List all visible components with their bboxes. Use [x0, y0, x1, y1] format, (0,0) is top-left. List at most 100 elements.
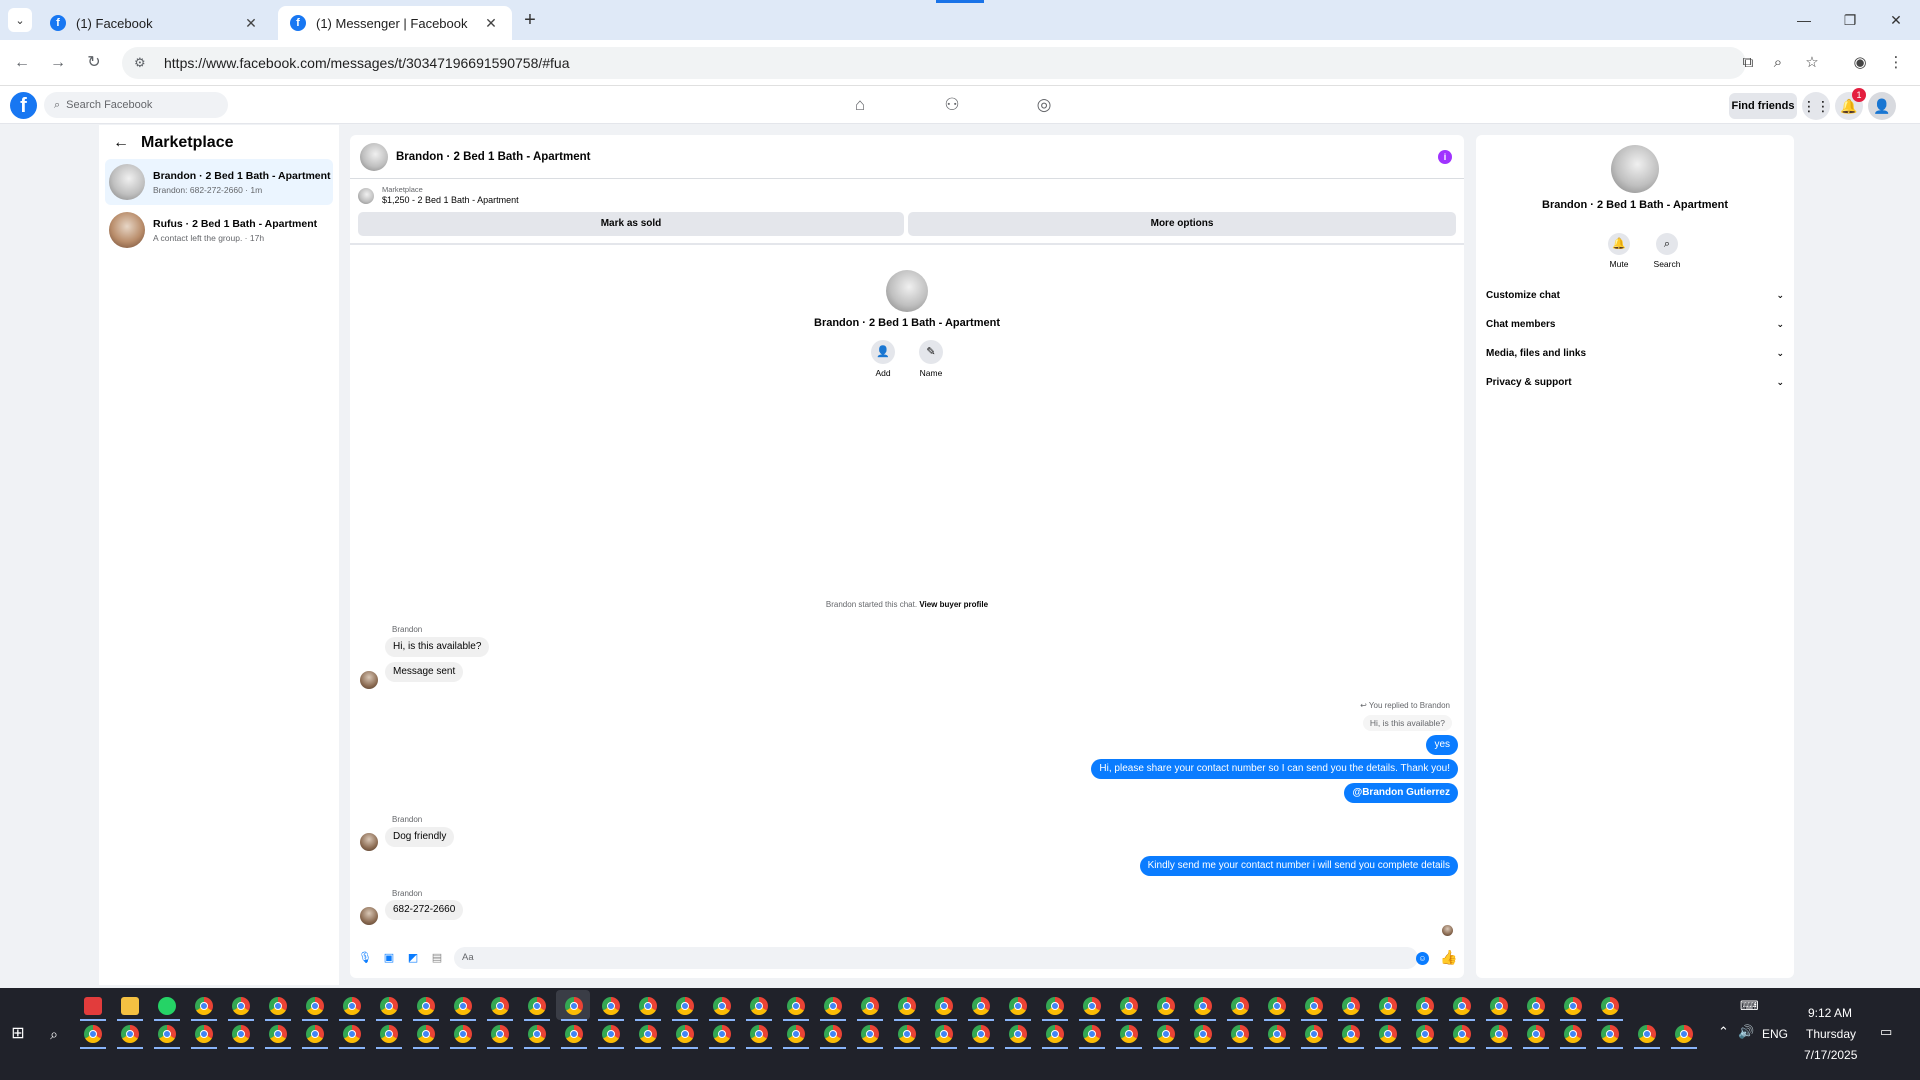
- clock-date[interactable]: 7/17/2025: [1804, 1048, 1857, 1062]
- chrome-app-icon[interactable]: [84, 1025, 102, 1043]
- whatsapp-icon[interactable]: [158, 997, 176, 1015]
- chrome-app-icon[interactable]: [454, 997, 472, 1015]
- chrome-app-icon[interactable]: [1157, 1025, 1175, 1043]
- chrome-app-icon[interactable]: [306, 997, 324, 1015]
- chrome-app-icon[interactable]: [1231, 1025, 1249, 1043]
- info-icon[interactable]: i: [1438, 150, 1452, 164]
- chrome-app-icon[interactable]: [676, 1025, 694, 1043]
- chrome-app-icon[interactable]: [343, 1025, 361, 1043]
- chrome-app-icon[interactable]: [306, 1025, 324, 1043]
- back-icon[interactable]: ←: [10, 51, 34, 75]
- section-media-files-links[interactable]: Media, files and links ⌄: [1486, 343, 1784, 363]
- chrome-app-icon[interactable]: [491, 997, 509, 1015]
- chrome-app-icon[interactable]: [824, 1025, 842, 1043]
- chrome-app-icon[interactable]: [787, 997, 805, 1015]
- chrome-app-icon[interactable]: [269, 997, 287, 1015]
- message-incoming[interactable]: Dog friendly: [385, 827, 455, 847]
- chrome-app-icon[interactable]: [565, 997, 583, 1015]
- section-customize-chat[interactable]: Customize chat ⌄: [1486, 285, 1784, 305]
- chrome-app-icon[interactable]: [1564, 1025, 1582, 1043]
- chrome-app-icon[interactable]: [454, 1025, 472, 1043]
- section-chat-members[interactable]: Chat members ⌄: [1486, 314, 1784, 334]
- chrome-app-icon[interactable]: [343, 997, 361, 1015]
- chrome-app-icon[interactable]: [1527, 997, 1545, 1015]
- tab-search-menu-icon[interactable]: ⌄: [8, 8, 32, 32]
- chrome-app-icon[interactable]: [565, 1025, 583, 1043]
- chrome-app-icon[interactable]: [1342, 997, 1360, 1015]
- forward-icon[interactable]: →: [46, 51, 70, 75]
- chrome-app-icon[interactable]: [1009, 997, 1027, 1015]
- restore-icon[interactable]: ❐: [1830, 8, 1870, 32]
- chrome-app-icon[interactable]: [1638, 1025, 1656, 1043]
- message-outgoing[interactable]: Hi, please share your contact number so …: [1091, 759, 1458, 779]
- message-incoming[interactable]: 682-272-2660: [385, 900, 464, 920]
- volume-icon[interactable]: 🔊: [1738, 1024, 1754, 1040]
- clock-time[interactable]: 9:12 AM: [1808, 1006, 1852, 1020]
- chrome-app-icon[interactable]: [1601, 1025, 1619, 1043]
- chrome-app-icon[interactable]: [861, 1025, 879, 1043]
- microphone-icon[interactable]: 🎙: [358, 951, 372, 965]
- message-input[interactable]: Aa: [454, 947, 1418, 969]
- chrome-app-icon[interactable]: [1416, 997, 1434, 1015]
- message-incoming[interactable]: Message sent: [385, 662, 464, 682]
- chrome-app-icon[interactable]: [1342, 1025, 1360, 1043]
- chrome-app-icon[interactable]: [1416, 1025, 1434, 1043]
- reply-quote[interactable]: Hi, is this available?: [1362, 715, 1452, 731]
- language-indicator[interactable]: ENG: [1762, 1027, 1788, 1041]
- search-in-chat-button[interactable]: ⌕ Search: [1647, 233, 1687, 269]
- chrome-app-icon[interactable]: [1083, 1025, 1101, 1043]
- close-tab-icon[interactable]: ✕: [482, 15, 500, 32]
- edit-name-button[interactable]: ✎ Name: [911, 340, 951, 378]
- facebook-search-input[interactable]: ⌕ Search Facebook: [44, 92, 228, 118]
- gif-icon[interactable]: ▤: [430, 951, 444, 965]
- friends-icon[interactable]: ⚇: [940, 93, 964, 117]
- chrome-app-icon[interactable]: [417, 1025, 435, 1043]
- chrome-app-icon[interactable]: [380, 1025, 398, 1043]
- conversation-item-brandon[interactable]: Brandon · 2 Bed 1 Bath - Apartment Brand…: [105, 159, 333, 205]
- site-info-icon[interactable]: ⚙: [134, 55, 154, 71]
- chrome-app-icon[interactable]: [1305, 997, 1323, 1015]
- chrome-app-icon[interactable]: [602, 997, 620, 1015]
- emoji-icon[interactable]: ☺: [1416, 952, 1429, 965]
- tab-facebook[interactable]: f (1) Facebook ✕: [38, 6, 272, 40]
- back-arrow-icon[interactable]: ←: [113, 134, 129, 152]
- photo-icon[interactable]: ▣: [382, 951, 396, 965]
- tab-messenger[interactable]: f (1) Messenger | Facebook ✕: [278, 6, 512, 40]
- chrome-app-icon[interactable]: [1120, 1025, 1138, 1043]
- new-tab-icon[interactable]: +: [518, 9, 542, 33]
- windows-start-icon[interactable]: ⊞: [8, 1024, 28, 1044]
- chrome-app-icon[interactable]: [639, 997, 657, 1015]
- chrome-app-icon[interactable]: [824, 997, 842, 1015]
- chrome-app-icon[interactable]: [1379, 997, 1397, 1015]
- chrome-app-icon[interactable]: [972, 1025, 990, 1043]
- chrome-app-icon[interactable]: [1268, 997, 1286, 1015]
- menu-grid-icon[interactable]: ⋮⋮: [1802, 92, 1830, 120]
- minimize-icon[interactable]: —: [1784, 8, 1824, 32]
- zoom-icon[interactable]: ⌕: [1766, 51, 1790, 75]
- recorder-app-icon[interactable]: [84, 997, 102, 1015]
- message-outgoing-mention[interactable]: @Brandon Gutierrez: [1344, 783, 1458, 803]
- chrome-app-icon[interactable]: [195, 997, 213, 1015]
- chrome-app-icon[interactable]: [1046, 997, 1064, 1015]
- chrome-app-icon[interactable]: [750, 997, 768, 1015]
- conversation-item-rufus[interactable]: Rufus · 2 Bed 1 Bath - Apartment A conta…: [105, 207, 333, 253]
- view-buyer-profile-link[interactable]: View buyer profile: [919, 600, 988, 609]
- mute-button[interactable]: 🔔 Mute: [1599, 233, 1639, 269]
- chrome-app-icon[interactable]: [1675, 1025, 1693, 1043]
- section-privacy-support[interactable]: Privacy & support ⌄: [1486, 372, 1784, 392]
- chrome-app-icon[interactable]: [861, 997, 879, 1015]
- message-incoming[interactable]: Hi, is this available?: [385, 637, 490, 657]
- install-app-icon[interactable]: ⧉: [1736, 51, 1760, 75]
- chrome-app-icon[interactable]: [787, 1025, 805, 1043]
- browser-menu-icon[interactable]: ⋮: [1884, 51, 1908, 75]
- chrome-app-icon[interactable]: [1120, 997, 1138, 1015]
- chrome-app-icon[interactable]: [1564, 997, 1582, 1015]
- sender-avatar[interactable]: [360, 671, 378, 689]
- chrome-app-icon[interactable]: [713, 997, 731, 1015]
- notification-center-icon[interactable]: ▭: [1880, 1024, 1892, 1040]
- find-friends-button[interactable]: Find friends: [1729, 93, 1797, 119]
- chrome-app-icon[interactable]: [1379, 1025, 1397, 1043]
- chrome-app-icon[interactable]: [1490, 997, 1508, 1015]
- sender-avatar[interactable]: [360, 907, 378, 925]
- chrome-app-icon[interactable]: [713, 1025, 731, 1043]
